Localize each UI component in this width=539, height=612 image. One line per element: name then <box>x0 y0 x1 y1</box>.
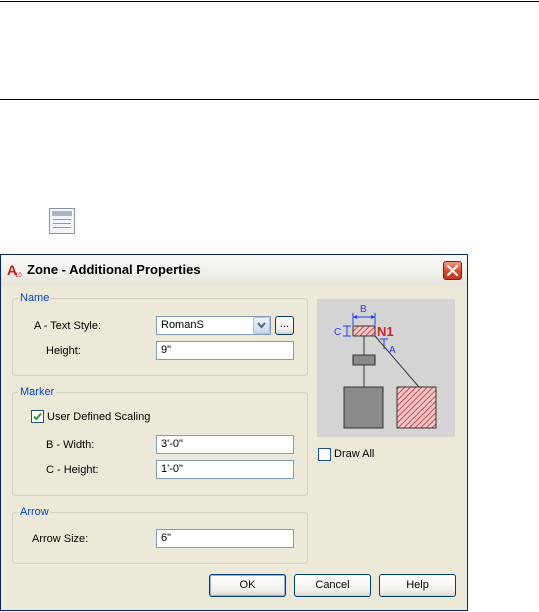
help-button-label: Help <box>406 579 429 591</box>
dimension-c-label: C <box>334 327 341 338</box>
text-style-value: RomanS <box>161 319 204 331</box>
help-button[interactable]: Help <box>379 574 456 597</box>
dimension-a-label: A <box>389 345 396 356</box>
name-group-legend: Name <box>18 291 52 305</box>
marker-width-value: 3'-0" <box>161 438 183 450</box>
autocad-app-icon: A 10 <box>7 262 22 278</box>
top-rule <box>0 1 539 2</box>
zone-marker-diagram: B C N1 A <box>334 304 437 429</box>
zone-object-gray <box>343 386 384 429</box>
close-button[interactable] <box>443 261 462 280</box>
table-header-band <box>52 211 72 216</box>
user-defined-scaling-label[interactable]: User Defined Scaling <box>47 410 150 424</box>
user-defined-scaling-checkbox[interactable] <box>31 410 44 423</box>
draw-all-checkbox[interactable] <box>318 448 331 461</box>
browse-button-label: ... <box>279 318 290 330</box>
zone-marker-preview: B C N1 A <box>317 299 455 437</box>
separator-rule <box>0 99 539 100</box>
name-height-value: 9" <box>161 344 172 356</box>
secondary-marker-box <box>352 354 376 366</box>
close-icon <box>447 265 458 276</box>
text-style-label: A - Text Style: <box>34 320 102 332</box>
marker-group-legend: Marker <box>18 385 57 399</box>
marker-height-input[interactable]: 1'-0" <box>156 460 294 479</box>
ok-button[interactable]: OK <box>209 574 286 597</box>
name-group: Name <box>12 291 308 376</box>
table-line <box>53 227 71 228</box>
ok-button-label: OK <box>239 579 256 591</box>
chevron-down-icon <box>257 322 266 329</box>
connector-diagonal <box>374 335 420 388</box>
text-style-browse-button[interactable]: ... <box>275 316 294 335</box>
app-icon-number: 10 <box>15 273 22 278</box>
zone-number-label: N1 <box>377 324 394 339</box>
table-line <box>53 219 71 220</box>
table-properties-icon[interactable] <box>49 208 75 234</box>
table-line <box>53 223 71 224</box>
zone-object-hatched <box>396 386 437 429</box>
zone-marker-box <box>352 325 376 337</box>
cancel-button[interactable]: Cancel <box>294 574 371 597</box>
name-height-input[interactable]: 9" <box>156 341 294 360</box>
name-height-label: Height: <box>46 345 81 357</box>
arrow-size-label: Arrow Size: <box>32 533 89 545</box>
zone-additional-properties-dialog: A 10 Zone - Additional Properties Name A… <box>0 254 468 611</box>
dimension-b-label: B <box>360 304 367 315</box>
checkmark-icon <box>33 412 42 421</box>
marker-height-label: C - Height: <box>46 464 99 476</box>
cancel-button-label: Cancel <box>315 579 350 591</box>
arrow-size-value: 6" <box>161 532 172 544</box>
arrow-size-input[interactable]: 6" <box>156 529 294 548</box>
marker-width-input[interactable]: 3'-0" <box>156 435 294 454</box>
b-arrow-right <box>371 315 375 319</box>
arrow-group-legend: Arrow <box>18 505 51 519</box>
dialog-title: Zone - Additional Properties <box>27 262 201 277</box>
marker-height-value: 1'-0" <box>161 463 183 475</box>
dialog-titlebar[interactable]: A 10 Zone - Additional Properties <box>1 255 467 285</box>
marker-width-label: B - Width: <box>46 439 95 451</box>
text-style-dropdown-button[interactable] <box>253 317 270 334</box>
b-arrow-left <box>353 315 357 319</box>
draw-all-label[interactable]: Draw All <box>334 447 374 461</box>
